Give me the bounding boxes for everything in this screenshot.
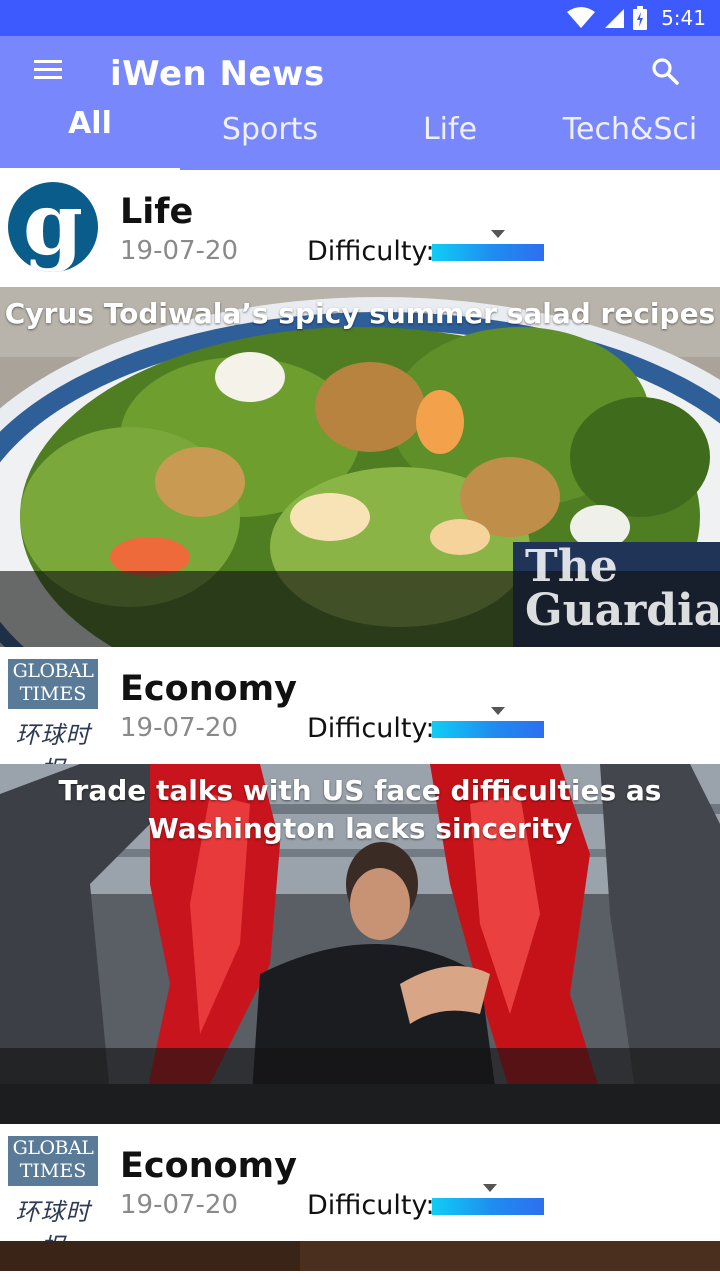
article-title: Cyrus Todiwala’s spicy summer salad reci… — [4, 297, 716, 330]
tab-label: All — [68, 106, 112, 141]
news-feed[interactable]: g Life 19-07-20 Difficulty: Cyrus Todiwa… — [0, 170, 720, 1271]
global-times-logo-line1: GLOBAL — [12, 1137, 94, 1159]
app-title: iWen News — [110, 54, 325, 94]
caption-band — [0, 1048, 720, 1124]
tab-all[interactable]: All — [0, 106, 180, 170]
signal-icon — [605, 9, 625, 28]
article-image[interactable] — [0, 1241, 720, 1271]
global-times-logo-line1: GLOBAL — [12, 660, 94, 682]
article-image[interactable]: Cyrus Todiwala’s spicy summer salad reci… — [0, 287, 720, 647]
article-category: Life — [120, 192, 194, 232]
difficulty-bar — [432, 244, 544, 261]
difficulty-label: Difficulty: — [307, 1190, 435, 1221]
menu-icon[interactable] — [34, 60, 64, 84]
guardian-logo-letter: g — [22, 182, 84, 272]
source-logo-global-times: GLOBAL TIMES 环球时报 — [8, 659, 98, 784]
status-bar: 5:41 — [0, 0, 720, 36]
guardian-watermark: The Guardian — [525, 545, 720, 636]
battery-icon — [633, 6, 648, 30]
status-icons: 5:41 — [567, 6, 706, 30]
tab-life[interactable]: Life — [360, 112, 540, 176]
article-date: 19-07-20 — [120, 713, 239, 743]
search-icon[interactable] — [650, 56, 682, 88]
difficulty-marker — [491, 707, 506, 715]
guardian-logo: g — [8, 182, 98, 272]
article-title: Trade talks with US face difficulties as… — [58, 774, 662, 845]
article-date: 19-07-20 — [120, 1190, 239, 1220]
source-logo-guardian: g — [8, 182, 98, 272]
tab-label: Tech&Sci — [562, 112, 698, 147]
article-photo — [0, 1241, 720, 1271]
source-logo-global-times: GLOBAL TIMES 环球时报 — [8, 1136, 98, 1261]
category-tabs: All Sports Life Tech&Sci — [0, 106, 720, 170]
difficulty-label: Difficulty: — [307, 713, 435, 744]
article-header[interactable]: g Life 19-07-20 Difficulty: — [0, 170, 720, 287]
global-times-logo: GLOBAL TIMES 环球时报 — [8, 1136, 98, 1261]
article-date: 19-07-20 — [120, 236, 239, 266]
app-bar: iWen News All Sports Life Tech&Sci — [0, 36, 720, 171]
article-category: Economy — [120, 669, 297, 709]
difficulty-bar — [432, 1198, 544, 1215]
tab-tech-sci[interactable]: Tech&Sci — [540, 112, 720, 176]
difficulty-marker — [483, 1184, 498, 1192]
article-header[interactable]: GLOBAL TIMES 环球时报 Economy 19-07-20 Diffi… — [0, 647, 720, 784]
tab-sports[interactable]: Sports — [180, 112, 360, 176]
tab-label: Life — [422, 112, 478, 147]
article-image[interactable]: Trade talks with US face difficulties as… — [0, 764, 720, 1124]
article-header[interactable]: GLOBAL TIMES 环球时报 Economy 19-07-20 Diffi… — [0, 1124, 720, 1261]
global-times-logo: GLOBAL TIMES 环球时报 — [8, 659, 98, 784]
status-time: 5:41 — [661, 6, 706, 30]
difficulty-label: Difficulty: — [307, 236, 435, 267]
global-times-logo-line2: TIMES — [19, 683, 87, 705]
tab-label: Sports — [221, 112, 319, 147]
difficulty-marker — [491, 230, 506, 238]
global-times-logo-line2: TIMES — [19, 1160, 87, 1182]
difficulty-bar — [432, 721, 544, 738]
article-category: Economy — [120, 1146, 297, 1186]
wifi-icon — [567, 7, 596, 28]
